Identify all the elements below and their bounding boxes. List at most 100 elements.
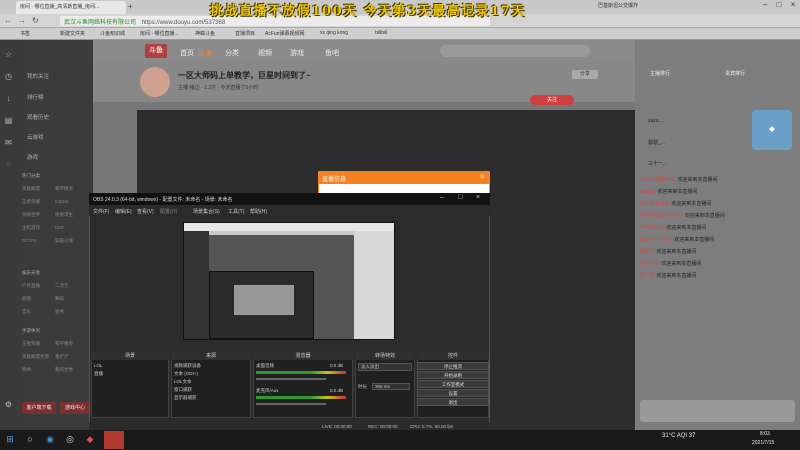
category-link[interactable]: DOTA2 xyxy=(22,238,37,243)
close-icon[interactable]: × xyxy=(786,0,800,12)
obs-minimize-icon[interactable]: – xyxy=(440,194,444,201)
rank-user[interactable]: 瑟瑟_... xyxy=(648,139,665,146)
obs-menu-item[interactable]: 编辑(E) xyxy=(115,208,132,215)
chat-username[interactable]: 你的可能 xyxy=(640,261,660,267)
exit-button[interactable]: 退出 xyxy=(417,398,489,406)
category-link[interactable]: 我的世界 xyxy=(55,367,73,373)
scene-item[interactable]: 直播 xyxy=(94,371,103,377)
obs-menu-item[interactable]: 配置(O) xyxy=(160,208,177,215)
chat-input[interactable] xyxy=(640,400,795,422)
nav-item[interactable]: 首页 xyxy=(180,48,194,58)
site-logo[interactable]: 斗鱼 xyxy=(145,44,167,58)
nav-item[interactable]: 直播 xyxy=(198,48,212,58)
stop-streaming-button[interactable]: 停止推流 xyxy=(417,362,489,370)
sidebar-item-follow[interactable]: 我的关注 xyxy=(27,72,49,80)
chat-username[interactable]: 不朽的小仙 xyxy=(640,225,665,231)
category-link[interactable]: 舞蹈 xyxy=(55,296,64,302)
rank-user[interactable]: 三十一... xyxy=(648,160,667,167)
bookmark-item[interactable]: bilibili xyxy=(375,30,387,36)
category-link[interactable]: 二次元 xyxy=(55,283,69,289)
chat-username[interactable]: abcz29 xyxy=(640,189,656,195)
forward-icon[interactable]: → xyxy=(18,16,26,25)
app-icon[interactable]: ◆ xyxy=(84,434,96,446)
chat-username[interactable]: 哔哩哔哩拉拉拉144 xyxy=(640,213,683,219)
source-item[interactable]: 文本 (GDI+) xyxy=(174,371,198,377)
category-link[interactable]: 金铲铲 xyxy=(55,354,69,360)
refresh-icon[interactable]: ↻ xyxy=(32,16,39,25)
chat-username[interactable]: 欢迎王中王大1 xyxy=(640,237,673,243)
category-link[interactable]: 绝地求生 xyxy=(55,212,73,218)
obs-menu-item[interactable]: 查看(V) xyxy=(137,208,154,215)
sidebar-item-cloud-game[interactable]: 云游戏 xyxy=(27,133,44,141)
rank-tab[interactable]: 贵宾排行 xyxy=(725,70,745,77)
browser-tab[interactable]: 房间 - 哪位直播_高清斯直播_房间... xyxy=(16,1,126,14)
volume-slider[interactable] xyxy=(256,403,326,405)
bookmark-item[interactable]: 神蟑斗鱼 xyxy=(195,30,215,37)
obs-maximize-icon[interactable]: □ xyxy=(458,194,462,201)
clock-icon[interactable]: ◷ xyxy=(3,72,14,83)
bookmark-item[interactable]: 斗鱼知识城 xyxy=(100,30,125,37)
dialog-close-icon[interactable]: × xyxy=(480,172,485,181)
minimize-icon[interactable]: – xyxy=(758,0,772,12)
client-download-button[interactable]: 客户端下载 xyxy=(22,402,56,414)
settings-icon[interactable]: ⚙ xyxy=(3,400,14,411)
site-search-input[interactable] xyxy=(440,45,590,57)
nav-item[interactable]: 分类 xyxy=(225,48,239,58)
source-item[interactable]: 显示器捕获 xyxy=(174,395,197,401)
rank-tab[interactable]: 主播排行 xyxy=(650,70,670,77)
chat-username[interactable]: 吾一代 xyxy=(640,273,655,279)
windows-start-icon[interactable]: ⊞ xyxy=(4,434,16,446)
source-item[interactable]: LOL文本 xyxy=(174,379,192,385)
browser-icon[interactable]: ◉ xyxy=(44,434,56,446)
category-link[interactable]: 英雄联盟手游 xyxy=(22,354,49,360)
category-link[interactable]: 英雄联盟 xyxy=(22,186,40,192)
category-link[interactable]: 音乐 xyxy=(22,309,31,315)
volume-slider[interactable] xyxy=(256,378,326,380)
clock-time[interactable]: 8:03 xyxy=(760,431,770,437)
category-link[interactable]: 王者荣耀 xyxy=(22,341,40,347)
category-link[interactable]: 主机游戏 xyxy=(22,225,40,231)
chat-username[interactable]: 用户名称未来 xyxy=(640,201,670,207)
bookmark-item[interactable]: 新建文件夹 xyxy=(60,30,85,37)
maximize-icon[interactable]: □ xyxy=(772,0,786,12)
bookmark-item[interactable]: AcFun弹幕视频网 xyxy=(265,30,304,37)
nav-item[interactable]: 游戏 xyxy=(290,48,304,58)
chat-username[interactable]: 分享直播间5442 xyxy=(640,177,676,183)
mail-icon[interactable]: ✉ xyxy=(3,138,14,149)
obs-preview[interactable] xyxy=(183,222,395,340)
clock-date[interactable]: 2021/7/15 xyxy=(752,440,774,446)
obs-icon[interactable]: ◎ xyxy=(64,434,76,446)
bookmark-item[interactable]: xx qing kong xyxy=(320,30,348,36)
follow-button[interactable]: 关注 xyxy=(530,95,574,105)
sidebar-item-game[interactable]: 游戏 xyxy=(27,153,38,161)
source-item[interactable]: 窗口捕获 xyxy=(174,387,192,393)
transition-select[interactable]: 淡入淡出 xyxy=(358,363,412,371)
game-center-button[interactable]: 游戏中心 xyxy=(60,402,90,414)
bookmark-item[interactable]: 直播项目 xyxy=(235,30,255,37)
bookmark-item[interactable]: 房间 - 哪位直播... xyxy=(140,30,179,37)
weather-info[interactable]: 31°C AQI 37 xyxy=(662,433,695,439)
obs-menu-item[interactable]: 文件(F) xyxy=(93,208,109,215)
source-item[interactable]: 视频捕获设备 xyxy=(174,363,201,369)
category-link[interactable]: 穿越火线 xyxy=(55,238,73,244)
start-recording-button[interactable]: 开始录制 xyxy=(417,371,489,379)
category-link[interactable]: 王者荣耀 xyxy=(22,199,40,205)
duration-input[interactable]: 300 ms xyxy=(372,383,410,390)
rank-user[interactable]: zuzu... xyxy=(648,118,663,124)
category-link[interactable]: 剑侠世界 xyxy=(22,212,40,218)
settings-button[interactable]: 设置 xyxy=(417,389,489,397)
promo-badge[interactable]: ◆ xyxy=(752,110,792,150)
category-link[interactable]: 星秀 xyxy=(55,309,64,315)
streamer-avatar[interactable] xyxy=(140,67,170,97)
category-link[interactable]: 和平精英 xyxy=(55,186,73,192)
nav-item[interactable]: 鱼吧 xyxy=(325,48,339,58)
sidebar-item-history[interactable]: 观看历史 xyxy=(27,113,49,121)
category-link[interactable]: 颜值 xyxy=(22,296,31,302)
obs-menu-item[interactable]: 帮助(H) xyxy=(250,208,267,215)
back-icon[interactable]: ← xyxy=(4,16,12,25)
note-icon[interactable]: ▤ xyxy=(3,116,14,127)
category-link[interactable]: 户外直播 xyxy=(22,283,40,289)
nav-item[interactable]: 视频 xyxy=(258,48,272,58)
new-tab-icon[interactable]: + xyxy=(128,2,133,11)
scene-item[interactable]: LOL xyxy=(94,363,103,368)
